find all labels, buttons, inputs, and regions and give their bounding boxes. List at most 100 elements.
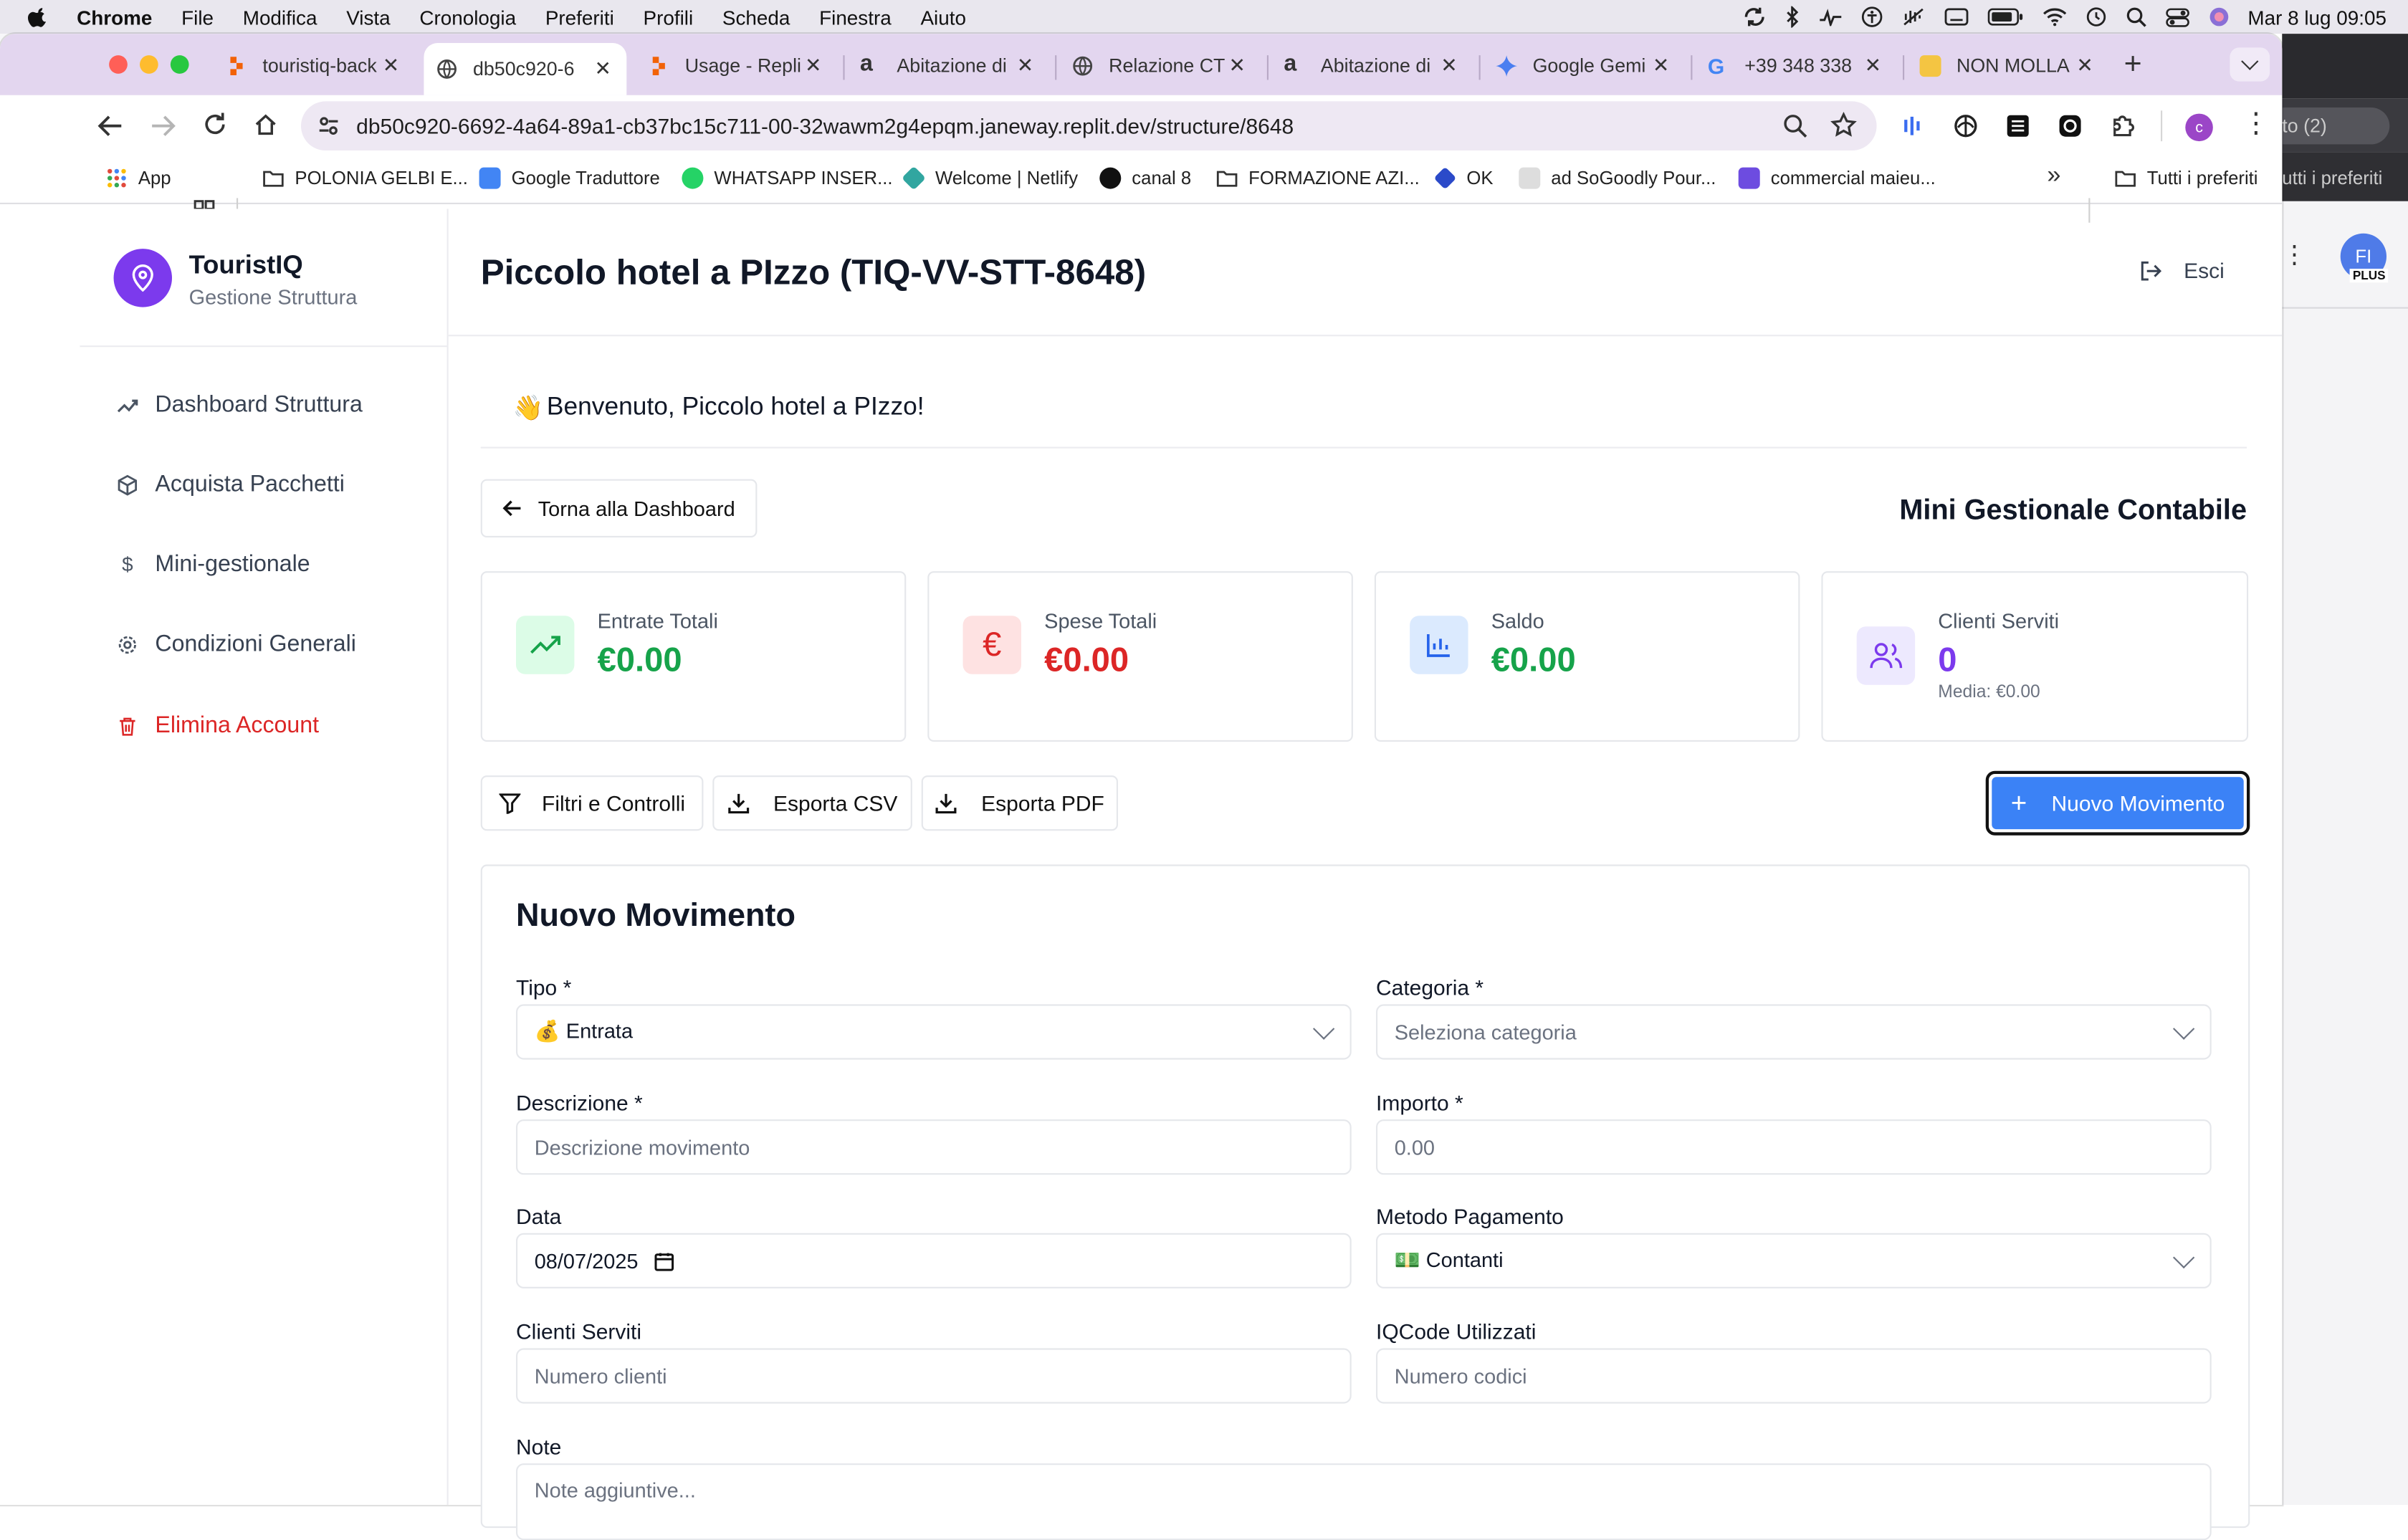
extension-wave-icon[interactable] (1901, 114, 1926, 138)
sidebar-item-mini-gestionale[interactable]: $ Mini-gestionale (117, 551, 310, 577)
mute-icon[interactable] (1901, 6, 1925, 28)
zoom-icon[interactable] (1783, 114, 1807, 138)
sync-icon[interactable] (1742, 6, 1765, 28)
sidebar-item-condizioni-generali[interactable]: Condizioni Generali (117, 631, 356, 657)
menu-preferiti[interactable]: Preferiti (545, 6, 614, 29)
control-center-icon[interactable] (2165, 7, 2189, 27)
bookmark-whatsapp[interactable]: WHATSAPP INSER... (682, 167, 893, 189)
close-tab-icon[interactable]: ✕ (1653, 54, 1669, 78)
export-csv-button[interactable]: Esporta CSV (712, 775, 912, 831)
menu-finestra[interactable]: Finestra (819, 6, 892, 29)
close-tab-icon[interactable]: ✕ (1440, 54, 1457, 78)
clienti-input[interactable]: Numero clienti (516, 1348, 1352, 1404)
tab-google-gemini[interactable]: Google Gemi ✕ (1484, 43, 1685, 89)
menu-cronologia[interactable]: Cronologia (419, 6, 516, 29)
stat-label: Spese Totali (1044, 609, 1157, 633)
close-tab-icon[interactable]: ✕ (1228, 54, 1245, 78)
bookmark-sogoodly[interactable]: ad SoGoodly Pour... (1519, 167, 1716, 189)
tab-non-mollare[interactable]: NON MOLLA ✕ (1907, 43, 2108, 89)
filters-button[interactable]: Filtri e Controlli (480, 775, 704, 831)
wifi-icon[interactable] (2042, 8, 2066, 27)
battery-icon[interactable] (1987, 8, 2023, 27)
bluetooth-icon[interactable] (1784, 6, 1799, 28)
tab-active-page[interactable]: db50c920-6 ✕ (424, 43, 627, 95)
menu-app-name[interactable]: Chrome (77, 6, 152, 29)
accessibility-icon[interactable] (1860, 6, 1882, 28)
close-tab-icon[interactable]: ✕ (594, 57, 611, 81)
menu-modifica[interactable]: Modifica (243, 6, 317, 29)
logout-label: Esci (2184, 258, 2225, 283)
close-tab-icon[interactable]: ✕ (1017, 54, 1033, 78)
sidebar-item-elimina-account[interactable]: Elimina Account (117, 712, 319, 739)
minimize-window-button[interactable] (140, 55, 158, 74)
data-date-input[interactable]: 08/07/2025 (516, 1233, 1352, 1288)
bookmark-label: Tutti i preferiti (2146, 167, 2258, 189)
browser-menu-icon[interactable]: ⋮ (2242, 107, 2270, 140)
tipo-select[interactable]: 💰 Entrata (516, 1004, 1352, 1060)
extensions-puzzle-icon[interactable] (2110, 112, 2136, 138)
back-arrow-icon[interactable] (97, 114, 125, 138)
apple-icon[interactable] (27, 6, 49, 28)
menu-vista[interactable]: Vista (346, 6, 390, 29)
iqcode-input[interactable]: Numero codici (1376, 1348, 2212, 1404)
menu-file[interactable]: File (181, 6, 214, 29)
logout-button[interactable]: Esci (2139, 258, 2225, 282)
sidebar-item-acquista-pacchetti[interactable]: Acquista Pacchetti (117, 472, 345, 497)
spotlight-icon[interactable] (2125, 6, 2146, 28)
close-tab-icon[interactable]: ✕ (1865, 54, 1881, 78)
sidebar-item-dashboard[interactable]: Dashboard Struttura (117, 391, 363, 418)
new-tab-icon[interactable]: + (2124, 47, 2142, 82)
tab-usage-replit[interactable]: Usage - Repli ✕ (636, 43, 837, 89)
tab-abitazione-2[interactable]: a Abitazione di ✕ (1271, 43, 1473, 89)
url-text[interactable]: db50c920-6692-4a64-89a1-cb37bc15c711-00-… (356, 114, 1294, 138)
descrizione-input[interactable]: Descrizione movimento (516, 1119, 1352, 1175)
bookmark-polonia[interactable]: POLONIA GELBI E... (262, 168, 468, 189)
bookmark-netlify[interactable]: Welcome | Netlify (902, 166, 1078, 191)
export-pdf-button[interactable]: Esporta PDF (921, 775, 1118, 831)
importo-input[interactable]: 0.00 (1376, 1119, 2212, 1175)
brand-logo[interactable] (113, 249, 172, 307)
calendar-icon[interactable] (654, 1250, 674, 1271)
metodo-pagamento-select[interactable]: 💵 Contanti (1376, 1233, 2212, 1288)
bookmark-app[interactable]: App (106, 168, 171, 189)
categoria-select[interactable]: Seleziona categoria (1376, 1004, 2212, 1060)
forward-arrow-icon[interactable] (149, 114, 177, 138)
tab-abitazione-1[interactable]: a Abitazione di ✕ (848, 43, 1049, 89)
reload-icon[interactable] (203, 112, 227, 136)
new-movement-button[interactable]: + Nuovo Movimento (1992, 777, 2244, 830)
menu-profili[interactable]: Profili (644, 6, 694, 29)
extension-dome-icon[interactable] (1954, 114, 1978, 138)
siri-icon[interactable] (2208, 6, 2230, 28)
tab-relazione[interactable]: Relazione CT ✕ (1060, 43, 1261, 89)
profile-avatar[interactable]: c (2185, 113, 2213, 142)
tab-google-search[interactable]: G +39 348 338 ✕ (1696, 43, 1897, 89)
bookmark-star-icon[interactable] (1830, 112, 1857, 138)
bookmark-canal8[interactable]: canal 8 (1099, 167, 1191, 189)
back-to-dashboard-button[interactable]: Torna alla Dashboard (480, 479, 758, 537)
home-icon[interactable] (254, 112, 278, 136)
menu-aiuto[interactable]: Aiuto (920, 6, 966, 29)
close-window-button[interactable] (109, 55, 128, 74)
close-tab-icon[interactable]: ✕ (2076, 54, 2093, 78)
tab-search-button[interactable] (2230, 47, 2270, 82)
zoom-window-button[interactable] (170, 55, 189, 74)
menu-clock[interactable]: Mar 8 lug 09:05 (2247, 6, 2386, 29)
bookmark-all-bookmarks[interactable]: Tutti i preferiti (2115, 168, 2258, 189)
bookmark-label: OK (1466, 167, 1494, 189)
bookmark-formazione[interactable]: FORMAZIONE AZI... (1216, 168, 1420, 189)
time-machine-icon[interactable] (2085, 6, 2106, 28)
activity-icon[interactable] (1817, 8, 1842, 27)
close-tab-icon[interactable]: ✕ (805, 54, 821, 78)
bookmark-commercial[interactable]: commercial maieu... (1738, 167, 1936, 189)
keyboard-icon[interactable] (1944, 8, 1968, 27)
note-textarea[interactable]: Note aggiuntive... (516, 1463, 2212, 1540)
extension-lines-icon[interactable] (2006, 114, 2030, 138)
site-settings-icon[interactable] (316, 114, 340, 138)
tab-touristiq-back[interactable]: touristiq-back ✕ (214, 43, 415, 89)
extension-c-icon[interactable] (2058, 114, 2082, 138)
close-tab-icon[interactable]: ✕ (383, 54, 399, 78)
menu-scheda[interactable]: Scheda (722, 6, 790, 29)
bookmarks-overflow-icon[interactable]: » (2047, 163, 2060, 191)
bookmark-ok[interactable]: OK (1433, 166, 1494, 190)
bookmark-google-traduttore[interactable]: Google Traduttore (479, 167, 660, 189)
